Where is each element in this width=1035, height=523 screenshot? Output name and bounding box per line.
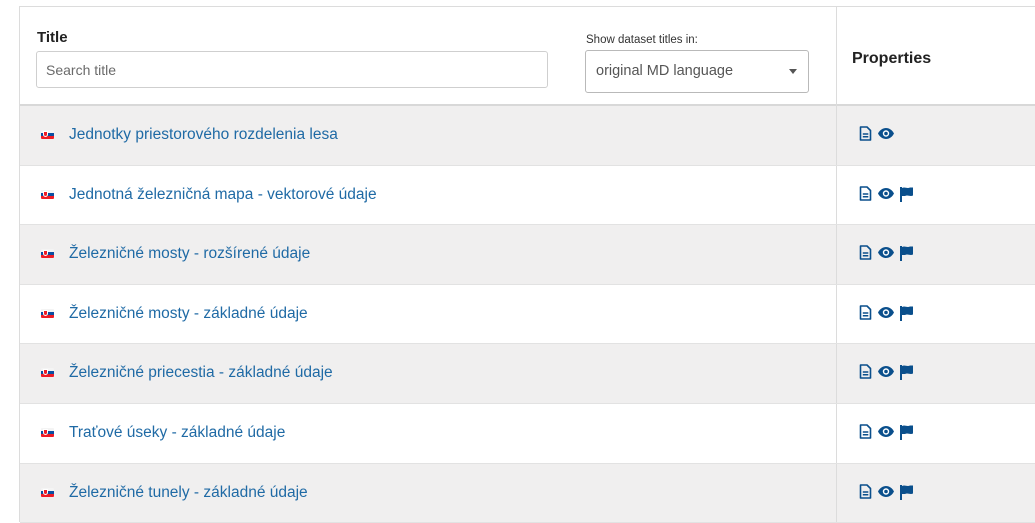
search-title-input[interactable] (36, 51, 548, 88)
title-cell: Železničné tunely - základné údaje (20, 463, 837, 523)
document-icon[interactable] (859, 424, 872, 444)
properties-column-header: Properties (837, 7, 1035, 106)
flag-icon[interactable] (899, 424, 914, 445)
table-row: Traťové úseky - základné údaje (20, 403, 1035, 464)
dataset-title-link[interactable]: Železničné priecestia - základné údaje (69, 364, 333, 382)
table-row: Jednotná železničná mapa - vektorové úda… (20, 165, 1035, 226)
eye-icon[interactable] (877, 364, 895, 384)
title-header-label: Title (37, 29, 68, 46)
document-icon[interactable] (859, 245, 872, 265)
flag-icon[interactable] (899, 245, 914, 266)
properties-cell (837, 285, 1035, 344)
title-column-header: Title Show dataset titles in: original M… (20, 7, 837, 106)
slovakia-flag-icon (41, 427, 54, 437)
properties-cell (837, 464, 1035, 523)
title-cell: Železničné mosty - rozšírené údaje (20, 225, 837, 284)
title-cell: Jednotná železničná mapa - vektorové úda… (20, 165, 837, 225)
table-row: Jednotky priestorového rozdelenia lesa (20, 106, 1035, 166)
document-icon[interactable] (859, 185, 872, 206)
eye-icon[interactable] (877, 126, 895, 146)
table-header: Title Show dataset titles in: original M… (20, 7, 1035, 106)
table-body: Jednotky priestorového rozdelenia lesa Je… (20, 106, 1035, 523)
eye-icon[interactable] (877, 245, 895, 265)
title-cell: Jednotky priestorového rozdelenia lesa (20, 106, 837, 165)
title-cell: Traťové úseky - základné údaje (20, 403, 837, 463)
eye-icon[interactable] (877, 186, 895, 206)
dataset-title-link[interactable]: Železničné mosty - rozšírené údaje (69, 245, 310, 263)
document-icon[interactable] (859, 364, 872, 384)
eye-icon[interactable] (877, 484, 895, 504)
document-icon[interactable] (859, 126, 872, 146)
datasets-table: Title Show dataset titles in: original M… (19, 6, 1035, 523)
flag-icon[interactable] (899, 364, 914, 385)
language-select-value: original MD language (596, 63, 734, 79)
language-select[interactable]: original MD language (585, 50, 809, 93)
slovakia-flag-icon (41, 130, 54, 139)
properties-cell (837, 106, 1035, 165)
document-icon[interactable] (859, 483, 872, 504)
flag-icon[interactable] (899, 305, 914, 326)
table-row: Železničné mosty - základné údaje (20, 284, 1035, 345)
dataset-title-link[interactable]: Železničné mosty - základné údaje (69, 305, 308, 323)
dataset-title-link[interactable]: Traťové úseky - základné údaje (69, 424, 285, 442)
show-titles-label: Show dataset titles in: (586, 34, 698, 46)
properties-cell (837, 404, 1035, 463)
eye-icon[interactable] (877, 424, 895, 444)
table-row: Železničné mosty - rozšírené údaje (20, 225, 1035, 285)
slovakia-flag-icon (41, 368, 54, 378)
flag-icon[interactable] (899, 186, 914, 207)
slovakia-flag-icon (41, 189, 54, 199)
document-icon[interactable] (859, 304, 872, 325)
properties-cell (837, 344, 1035, 403)
properties-cell (837, 166, 1035, 225)
slovakia-flag-icon (41, 308, 54, 318)
dataset-title-link[interactable]: Jednotky priestorového rozdelenia lesa (69, 126, 338, 144)
slovakia-flag-icon (41, 249, 54, 259)
dataset-title-link[interactable]: Železničné tunely - základné údaje (69, 484, 308, 502)
title-cell: Železničné priecestia - základné údaje (20, 344, 837, 403)
flag-icon[interactable] (899, 484, 914, 505)
caret-down-icon (789, 69, 797, 74)
properties-cell (837, 225, 1035, 284)
table-row: Železničné tunely - základné údaje (20, 463, 1035, 523)
table-row: Železničné priecestia - základné údaje (20, 344, 1035, 404)
properties-header-label: Properties (852, 50, 932, 67)
slovakia-flag-icon (41, 487, 54, 497)
eye-icon[interactable] (877, 305, 895, 325)
dataset-title-link[interactable]: Jednotná železničná mapa - vektorové úda… (69, 186, 377, 204)
title-cell: Železničné mosty - základné údaje (20, 284, 837, 344)
